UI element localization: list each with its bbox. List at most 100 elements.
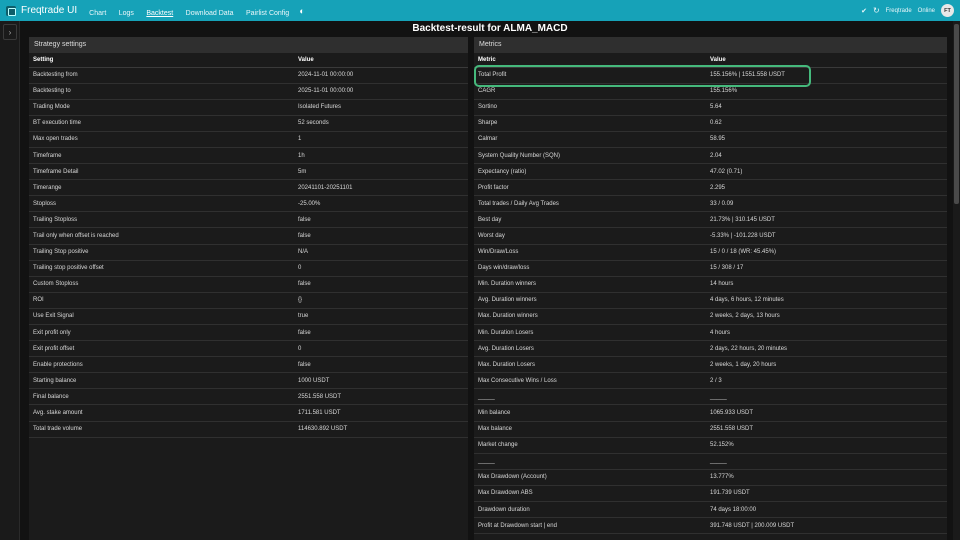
nav-download-data[interactable]: Download Data (186, 10, 234, 17)
row-value: 58.95 (706, 131, 947, 148)
row-label: Trailing Stop positive (29, 244, 294, 261)
row-label: Stoploss (29, 195, 294, 213)
table-row: Final balance 2551.558 USDT (29, 388, 468, 406)
table-row: Timeframe Detail 5m (29, 163, 468, 181)
table-row: Total trades / Daily Avg Trades 33 / 0.09 (474, 195, 947, 213)
row-label: Max Drawdown ABS (474, 485, 706, 503)
table-row: Timerange 20241101-20251101 (29, 179, 468, 197)
row-value: 14 hours (706, 276, 947, 293)
row-label: Calmar (474, 131, 706, 148)
strategy-settings-table: Setting Value Backtesting from 2024-11-01… (29, 53, 468, 438)
column-header-value[interactable]: Value (294, 53, 468, 68)
metrics-panel: Metrics Metric Value Total Profit 155.156… (474, 37, 947, 540)
table-row: Drawdown duration 74 days 18:00:00 (474, 501, 947, 519)
row-value: 2 / 3 (706, 372, 947, 390)
table-row: Avg. stake amount 1711.581 USDT (29, 404, 468, 422)
row-value: _____ (706, 453, 947, 470)
row-label: Exit profit offset (29, 340, 294, 358)
scrollbar-thumb[interactable] (954, 24, 959, 204)
row-label: Final balance (29, 388, 294, 406)
row-label: Avg. stake amount (29, 404, 294, 422)
column-header-setting[interactable]: Setting (29, 53, 294, 68)
row-label: Avg. Duration Losers (474, 340, 706, 358)
nav-pairlist-config[interactable]: Pairlist Config (246, 10, 289, 17)
row-label: Total trades / Daily Avg Trades (474, 195, 706, 213)
sidebar: › (0, 21, 20, 540)
table-row: Market change 52.152% (474, 437, 947, 454)
page-title: Backtest-result for ALMA_MACD (412, 23, 568, 34)
nav-backtest[interactable]: Backtest (146, 10, 173, 17)
row-value: 5.64 (706, 99, 947, 116)
strategy-settings-panel: Strategy settings Setting Value Backtest… (29, 37, 468, 540)
row-value: -25.00% (294, 195, 468, 213)
row-label: Max. Duration winners (474, 308, 706, 326)
row-label: Profit factor (474, 179, 706, 197)
chevron-right-icon: › (8, 27, 12, 37)
row-value: 114630.892 USDT (294, 421, 468, 438)
table-row: Profit factor 2.295 (474, 179, 947, 197)
row-label: Sortino (474, 99, 706, 116)
table-row: Max Drawdown (Account) 13.777% (474, 469, 947, 486)
table-row: Min. Duration Losers 4 hours (474, 324, 947, 342)
topbar-right: ✔ ↻ Freqtrade Online FT (861, 4, 954, 17)
brand-title[interactable]: Freqtrade UI (21, 5, 77, 16)
nav-chart[interactable]: Chart (89, 10, 106, 17)
row-value: 21.73% | 310.145 USDT (706, 211, 947, 229)
table-row: System Quality Number (SQN) 2.04 (474, 147, 947, 165)
row-value: 1065.933 USDT (706, 404, 947, 422)
row-label: ROI (29, 292, 294, 309)
row-label: Max Drawdown (Account) (474, 469, 706, 486)
table-row: Expectancy (ratio) 47.02 (0.71) (474, 163, 947, 181)
row-value: {} (294, 292, 468, 309)
table-row: Backtesting from 2024-11-01 00:00:00 (29, 67, 468, 84)
table-row: Trailing Stop positive N/A (29, 244, 468, 261)
row-value: _____ (706, 388, 947, 406)
row-value: 2 days, 22 hours, 20 minutes (706, 340, 947, 358)
freqtrade-logo-icon[interactable] (6, 5, 16, 16)
table-header-row: Setting Value (29, 53, 468, 68)
check-icon[interactable]: ✔ (861, 7, 867, 15)
row-value: Isolated Futures (294, 99, 468, 116)
page-scrollbar[interactable] (953, 21, 960, 540)
table-row: Trailing stop positive offset 0 (29, 260, 468, 277)
row-label: Timeframe (29, 147, 294, 165)
row-value: 2551.558 USDT (294, 388, 468, 406)
theme-toggle-icon[interactable]: ◐ (299, 6, 304, 16)
row-label: Trading Mode (29, 99, 294, 116)
bot-name: Freqtrade (885, 7, 912, 14)
table-row: Min balance 1065.933 USDT (474, 404, 947, 422)
table-row: Exit profit only false (29, 324, 468, 342)
table-row: Win/Draw/Loss 15 / 0 / 18 (WR: 45.45%) (474, 244, 947, 261)
row-label: Timerange (29, 179, 294, 197)
table-row: Trail only when offset is reached false (29, 227, 468, 245)
metrics-header: Metrics (474, 37, 947, 53)
row-value: 2025-11-01 00:00:00 (294, 83, 468, 100)
table-row: Starting balance 1000 USDT (29, 372, 468, 390)
row-value: 2 weeks, 1 day, 20 hours (706, 356, 947, 374)
row-label: Trail only when offset is reached (29, 227, 294, 245)
refresh-icon[interactable]: ↻ (873, 6, 880, 15)
sidebar-toggle-button[interactable]: › (3, 24, 17, 40)
row-label: Days win/draw/loss (474, 260, 706, 277)
nav-logs[interactable]: Logs (119, 10, 134, 17)
row-value: 191.739 USDT (706, 485, 947, 503)
bot-status: Online (917, 7, 935, 14)
table-row: _____ _____ (474, 388, 947, 406)
strategy-settings-header: Strategy settings (29, 37, 468, 53)
row-value: 47.02 (0.71) (706, 163, 947, 181)
table-row: Worst day -5.33% | -101.228 USDT (474, 227, 947, 245)
avatar[interactable]: FT (941, 4, 954, 17)
table-row: Max. Duration Losers 2 weeks, 1 day, 20 h… (474, 356, 947, 374)
table-row: Max balance 2551.558 USDT (474, 421, 947, 438)
table-row: Exit profit offset 0 (29, 340, 468, 358)
row-value: 2024-11-01 00:00:00 (294, 67, 468, 84)
row-label: Timeframe Detail (29, 163, 294, 181)
row-label: Min balance (474, 404, 706, 422)
row-value: 13.777% (706, 469, 947, 486)
row-label: Win/Draw/Loss (474, 244, 706, 261)
table-row: Use Exit Signal true (29, 308, 468, 326)
table-row: Max. Duration winners 2 weeks, 2 days, 13… (474, 308, 947, 326)
row-value: false (294, 227, 468, 245)
row-value: N/A (294, 244, 468, 261)
table-row: Trading Mode Isolated Futures (29, 99, 468, 116)
